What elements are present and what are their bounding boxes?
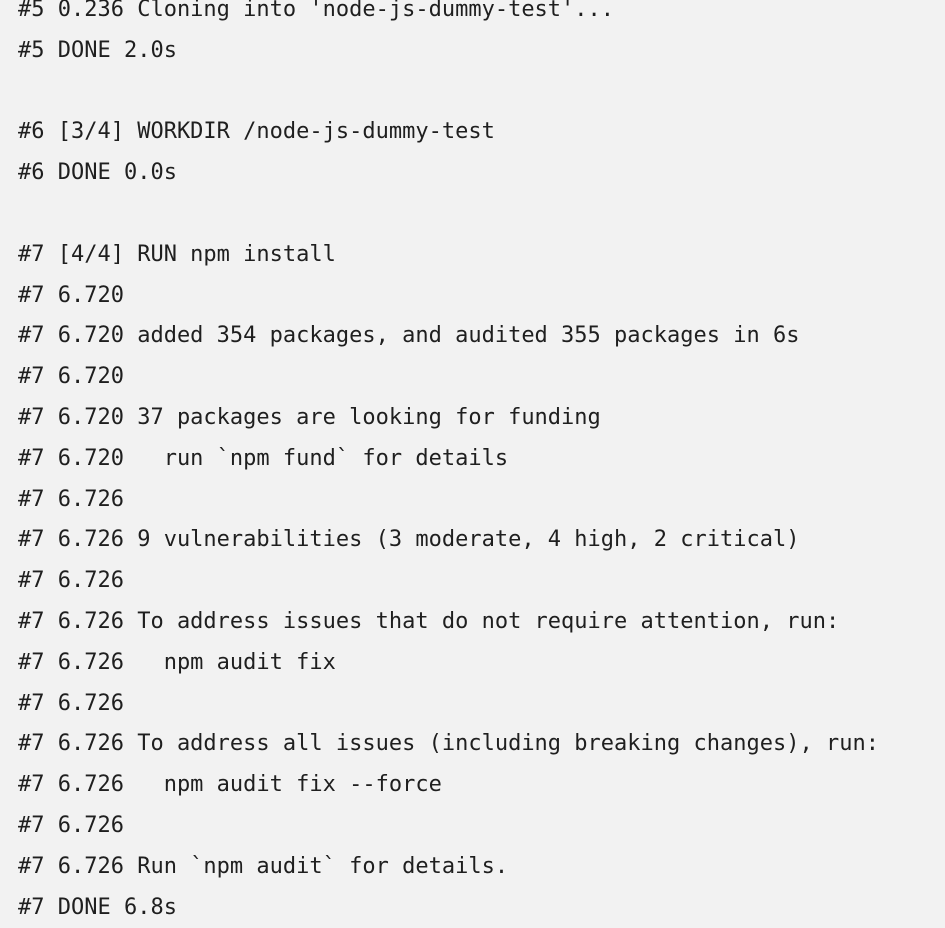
log-line: #7 6.726 xyxy=(18,568,124,594)
log-line: #7 6.720 xyxy=(18,364,124,390)
log-line: #7 6.720 xyxy=(18,282,124,308)
log-line: #7 6.720 37 packages are looking for fun… xyxy=(18,404,601,430)
log-line: #5 DONE 2.0s xyxy=(18,37,177,63)
log-line: #7 6.726 9 vulnerabilities (3 moderate, … xyxy=(18,527,800,553)
log-line: #7 6.726 xyxy=(18,690,124,716)
log-line: #7 6.720 run `npm fund` for details xyxy=(18,445,509,471)
log-line: #6 [3/4] WORKDIR /node-js-dummy-test xyxy=(18,119,495,145)
log-line: #6 DONE 0.0s xyxy=(18,160,177,186)
log-line: #7 6.726 Run `npm audit` for details. xyxy=(18,853,509,879)
build-log-output: #5 0.236 Cloning into 'node-js-dummy-tes… xyxy=(18,0,879,928)
log-line: #5 0.236 Cloning into 'node-js-dummy-tes… xyxy=(18,0,615,22)
log-line: #7 [4/4] RUN npm install xyxy=(18,241,336,267)
log-line: #7 6.726 To address all issues (includin… xyxy=(18,731,879,757)
log-line: #7 6.726 npm audit fix --force xyxy=(18,772,442,798)
log-line: #7 DONE 6.8s xyxy=(18,894,177,920)
log-line: #7 6.726 npm audit fix xyxy=(18,649,336,675)
log-line: #7 6.726 xyxy=(18,812,124,838)
log-line: #7 6.726 To address issues that do not r… xyxy=(18,608,840,634)
log-line: #7 6.720 added 354 packages, and audited… xyxy=(18,323,800,349)
log-line: #7 6.726 xyxy=(18,486,124,512)
